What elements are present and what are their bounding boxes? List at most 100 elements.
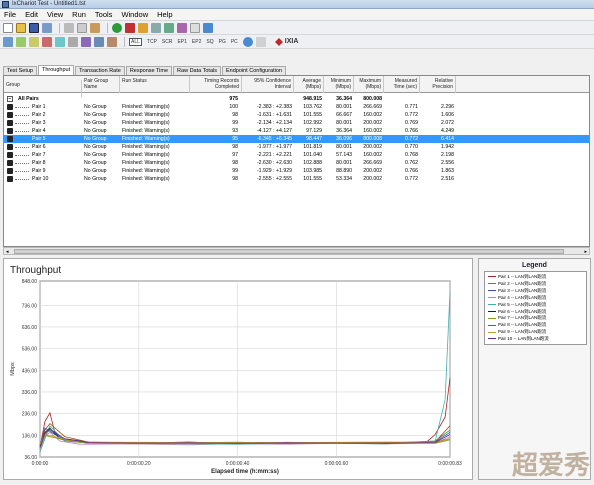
chart-icon[interactable] [255,36,266,47]
delete-icon[interactable] [177,22,187,33]
protocol-filter-pc[interactable]: PC [231,39,238,45]
col-relative-precision[interactable]: Relative Precision [420,76,456,93]
col-minimum[interactable]: Minimum (Mbps) [324,76,354,93]
legend-item[interactable]: Pair 7 -- LAN到LAN跑流 [488,315,546,321]
minimum: 57.143 [336,152,352,158]
info-icon[interactable] [203,22,213,33]
paste-icon[interactable] [90,22,100,33]
tab-throughput[interactable]: Throughput [38,65,75,75]
protocol-filter-tcp[interactable]: TCP [147,39,157,45]
pair-edit-icon[interactable] [29,36,39,47]
sort-icon[interactable] [3,36,13,47]
col-maximum[interactable]: Maximum (Mbps) [354,76,384,93]
confidence-interval: -1.631 : +1.631 [256,112,292,118]
copy-icon[interactable] [77,22,87,33]
table-row[interactable]: Pair 6 No Group Finished: Warning(s) 98 -1.9… [4,143,589,151]
pair-group: No Group [84,120,107,126]
menu-run[interactable]: Run [72,10,86,19]
legend-item[interactable]: Pair 9 -- LAN到LAN跑流 [488,329,546,335]
protocol-filter-pg[interactable]: PG [219,39,226,45]
remove-icon[interactable] [42,36,52,47]
zoom-icon[interactable] [55,36,65,47]
protocol-filter-scr[interactable]: SCR [162,39,173,45]
graph-icon[interactable] [68,36,78,47]
pair-name: Pair 7 [32,152,46,158]
legend-swatch [488,303,496,305]
table-row[interactable]: Pair 2 No Group Finished: Warning(s) 98 -1.6… [4,111,589,119]
col-pair-group-name[interactable]: Pair Group Name [82,76,120,93]
legend-label: Pair 9 -- LAN到LAN跑流 [498,329,547,335]
legend-item[interactable]: Pair 2 -- LAN到LAN跑流 [488,281,546,287]
protocol-filter-ep1[interactable]: EP1 [177,39,186,45]
menu-view[interactable]: View [47,10,63,19]
run-icon[interactable] [112,22,122,33]
pair-icon[interactable] [138,22,148,33]
table-row[interactable]: Pair 1 No Group Finished: Warning(s) 100 -2.… [4,103,589,111]
legend-swatch [488,317,496,319]
legend-item[interactable]: Pair 3 -- LAN到LAN跑流 [488,288,546,294]
tab-response-time[interactable]: Response Time [125,66,173,75]
tab-test-setup[interactable]: Test Setup [3,66,37,75]
legend-item[interactable]: Pair 6 -- LAN到LAN跑流 [488,309,546,315]
relative-precision: 4.249 [441,128,454,134]
y-tick-label: 736.00 [22,303,38,309]
table-row[interactable]: Pair 9 No Group Finished: Warning(s) 99 -1.9… [4,167,589,175]
table-row[interactable]: Pair 10 No Group Finished: Warning(s) 98 -2.… [4,175,589,183]
legend-item[interactable]: Pair 8 -- LAN到LAN跑流 [488,322,546,328]
table-row[interactable]: Pair 7 No Group Finished: Warning(s) 97 -2.2… [4,151,589,159]
table-row[interactable]: Pair 4 No Group Finished: Warning(s) 93 -4.1… [4,127,589,135]
confidence-interval: -2.221 : +2.221 [256,152,292,158]
legend-item[interactable]: Pair 1 -- LAN到LAN跑流 [488,274,546,280]
filter-icon[interactable] [16,36,26,47]
help-icon[interactable] [242,36,253,47]
col-run-status[interactable]: Run Status [120,76,190,93]
tab-endpoint-configuration[interactable]: Endpoint Configuration [222,66,286,75]
protocol-filter-all[interactable]: ALL [129,37,142,46]
cut-icon[interactable] [64,22,74,33]
collapse-toggle[interactable]: − [7,96,13,102]
save-icon[interactable] [29,22,39,33]
run-status: Finished: Warning(s) [122,176,170,182]
col-timing-records[interactable]: Timing Records Completed [190,76,242,93]
protocol-filter-sq[interactable]: SQ [206,39,213,45]
legend-item[interactable]: Pair 10 -- LAN到LAN跑流 [488,336,549,342]
summary-row[interactable]: − All Pairs 975 948.915 36.364 800.008 [4,95,589,103]
menu-edit[interactable]: Edit [25,10,38,19]
stop-icon[interactable] [125,22,135,33]
legend-label: Pair 3 -- LAN到LAN跑流 [498,287,547,293]
throughput-chart: 36.00136.00236.00336.00436.00536.00636.0… [10,279,462,475]
menu-help[interactable]: Help [157,10,172,19]
new-file-icon[interactable] [3,22,13,33]
scroll-left-icon[interactable]: ◂ [6,249,9,255]
menu-tools[interactable]: Tools [95,10,113,19]
scroll-thumb[interactable] [14,249,564,254]
edit-icon[interactable] [164,22,174,33]
table-row[interactable]: Pair 5 No Group Finished: Warning(s) 95 -6.3… [4,135,589,143]
table-row[interactable]: Pair 8 No Group Finished: Warning(s) 98 -2.6… [4,159,589,167]
pair-group: No Group [84,160,107,166]
protocol-filter-ep2[interactable]: EP2 [192,39,201,45]
col-measured-time[interactable]: Measured Time (sec) [384,76,420,93]
multicast-icon[interactable] [151,22,161,33]
endpoint-icon[interactable] [94,36,104,47]
scroll-right-icon[interactable]: ▸ [584,249,587,255]
options-icon[interactable] [190,22,200,33]
col-average[interactable]: Average (Mbps) [294,76,324,93]
menu-window[interactable]: Window [121,10,148,19]
watermark-logo: 超爱秀 [511,451,590,481]
legend-item[interactable]: Pair 5 -- LAN到LAN跑流 [488,302,546,308]
report-icon[interactable] [107,36,117,47]
pair-icon [7,104,13,110]
tab-transaction-rate[interactable]: Transaction Rate [75,66,125,75]
script-icon[interactable] [81,36,91,47]
menu-file[interactable]: File [4,10,16,19]
table-row[interactable]: Pair 3 No Group Finished: Warning(s) 99 -2.1… [4,119,589,127]
tab-raw-data-totals[interactable]: Raw Data Totals [173,66,221,75]
legend-item[interactable]: Pair 4 -- LAN到LAN跑流 [488,295,546,301]
col-confidence-interval[interactable]: 95% Confidence Interval [242,76,294,93]
grid-horizontal-scrollbar[interactable]: ◂ ▸ [3,247,590,255]
window-title: IxChariot Test - Untitled1.tst [12,1,86,7]
maximum: 200.002 [363,176,382,182]
open-folder-icon[interactable] [16,22,26,33]
print-icon[interactable] [42,22,52,33]
